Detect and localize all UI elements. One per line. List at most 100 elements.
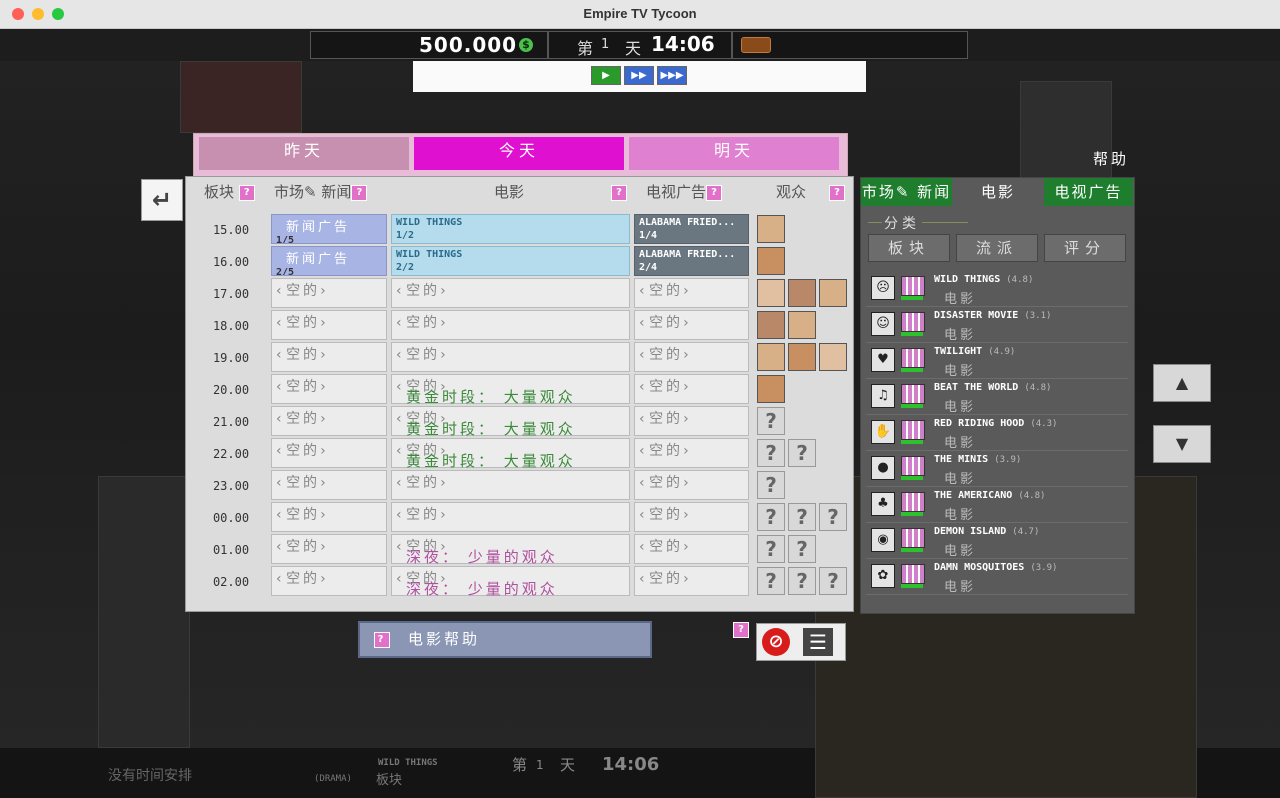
col-movie-header: 电影 (494, 183, 525, 201)
slot-title: 新闻广告 (286, 252, 351, 267)
empty-slot[interactable]: ‹ 空的› (391, 342, 630, 372)
movie-quality-bar (901, 404, 923, 408)
empty-slot-label: 空的 (286, 315, 321, 331)
movie-list-item[interactable]: ☹ WILD THINGS (4.8) 电影 (866, 272, 1128, 307)
movie-list-item[interactable]: ♫ BEAT THE WORLD (4.8) 电影 (866, 380, 1128, 415)
empty-slot[interactable]: ‹ 空的› (634, 438, 749, 468)
empty-slot[interactable]: ‹ 空的› (634, 310, 749, 340)
movie-list-item[interactable]: ● THE MINIS (3.9) 电影 (866, 452, 1128, 487)
empty-slot[interactable]: ‹ 空的› (271, 470, 387, 500)
empty-slot[interactable]: ‹ 空的› (271, 534, 387, 564)
movie-list-item[interactable]: ✿ DAMN MOSQUITOES (3.9) 电影 (866, 560, 1128, 595)
movie-kind: 电影 (944, 508, 977, 523)
play-button[interactable]: ▶ (591, 66, 621, 85)
movie-list-item[interactable]: ☺ DISASTER MOVIE (3.1) 电影 (866, 308, 1128, 343)
empty-slot[interactable]: ‹ 空的› (271, 374, 387, 404)
empty-slot-label: 空的 (286, 571, 321, 587)
empty-slot[interactable]: ‹ 空的› (634, 342, 749, 372)
category-label: 分类 (882, 213, 922, 233)
sofa-box[interactable] (732, 31, 968, 59)
empty-slot[interactable]: ‹ 空的› (271, 502, 387, 532)
movie-list-item[interactable]: ♣ THE AMERICANO (4.8) 电影 (866, 488, 1128, 523)
time-label: 02.00 (212, 575, 250, 589)
tab-tomorrow[interactable]: 明天 (629, 137, 839, 170)
movie-slot[interactable]: WILD THINGS 2/2 (391, 246, 630, 276)
movie-slot[interactable]: WILD THINGS 1/2 (391, 214, 630, 244)
movie-title: DAMN MOSQUITOES (3.9) (934, 562, 1057, 573)
movie-name: TWILIGHT (934, 346, 983, 357)
back-arrow-icon[interactable]: ↵ (141, 179, 183, 221)
scroll-down-button[interactable]: ▼ (1153, 425, 1211, 463)
ad-slot[interactable]: ALABAMA FRIED... 2/4 (634, 246, 749, 276)
empty-slot[interactable]: ‹ 空的› (634, 470, 749, 500)
viewer-face-icon (757, 247, 785, 275)
ad-slot[interactable]: ALABAMA FRIED... 1/4 (634, 214, 749, 244)
empty-slot-label: 空的 (406, 507, 441, 523)
day-suffix: 天 (625, 39, 642, 58)
fastest-forward-button[interactable]: ▶▶▶ (657, 66, 687, 85)
window-title: Empire TV Tycoon (583, 6, 697, 21)
empty-slot[interactable]: ‹ 空的› (271, 438, 387, 468)
movie-tape-icon (901, 384, 925, 404)
time-label: 19.00 (212, 351, 250, 365)
movie-title: WILD THINGS (4.8) (934, 274, 1033, 285)
rtab-tv-ad[interactable]: 电视广告 (1044, 178, 1133, 206)
smile-face-icon: ☺ (871, 312, 895, 336)
empty-slot[interactable]: ‹ 空的› (271, 310, 387, 340)
filter-genre-button[interactable]: 流派 (956, 234, 1038, 262)
empty-slot[interactable]: ‹ 空的› (271, 406, 387, 436)
empty-slot[interactable]: ‹ 空的› (634, 566, 749, 596)
empty-slot-label: 空的 (406, 475, 441, 491)
empty-slot[interactable]: ‹ 空的› (271, 342, 387, 372)
movie-help-button[interactable]: ? 电影帮助 (358, 621, 652, 658)
movie-tape-icon (901, 528, 925, 548)
help-icon[interactable]: ? (351, 184, 368, 201)
no-entry-icon[interactable]: ⊘ (762, 628, 790, 656)
time-label: 01.00 (212, 543, 250, 557)
movie-name: DAMN MOSQUITOES (934, 562, 1025, 573)
scroll-up-button[interactable]: ▲ (1153, 364, 1211, 402)
empty-slot[interactable]: ‹ 空的› (634, 278, 749, 308)
help-icon[interactable]: ? (238, 184, 255, 201)
empty-slot-label: 空的 (649, 315, 684, 331)
rtab-market-news[interactable]: 市场✎ 新闻 (861, 178, 952, 206)
movie-list-item[interactable]: ♥ TWILIGHT (4.9) 电影 (866, 344, 1128, 379)
filter-slot-button[interactable]: 板块 (868, 234, 950, 262)
empty-slot[interactable]: ‹ 空的› (391, 278, 630, 308)
help-icon[interactable]: ? (733, 622, 749, 638)
trash-icon[interactable]: ☰ (803, 628, 833, 656)
unknown-viewer-icon: ? (788, 567, 816, 595)
empty-slot[interactable]: ‹ 空的› (634, 406, 749, 436)
empty-slot-label: 空的 (649, 347, 684, 363)
tab-yesterday[interactable]: 昨天 (199, 137, 409, 170)
empty-slot[interactable]: ‹ 空的› (634, 534, 749, 564)
movie-list-item[interactable]: ◉ DEMON ISLAND (4.7) 电影 (866, 524, 1128, 559)
empty-slot[interactable]: ‹ 空的› (391, 502, 630, 532)
tab-today[interactable]: 今天 (414, 137, 624, 170)
movie-tape-icon (901, 564, 925, 584)
rtab-movie[interactable]: 电影 (952, 178, 1044, 206)
help-icon-audience[interactable]: ? (829, 181, 845, 203)
empty-slot-label: 空的 (286, 507, 321, 523)
unknown-viewer-icon: ? (788, 439, 816, 467)
empty-slot[interactable]: ‹ 空的› (634, 502, 749, 532)
empty-slot[interactable]: ‹ 空的› (271, 566, 387, 596)
help-icon-movie[interactable]: ? (611, 181, 627, 203)
news-slot[interactable]: 新闻广告 2/5 (271, 246, 387, 276)
help-icon[interactable]: ? (706, 184, 723, 201)
empty-slot[interactable]: ‹ 空的› (391, 310, 630, 340)
news-slot[interactable]: 新闻广告 1/5 (271, 214, 387, 244)
fast-forward-button[interactable]: ▶▶ (624, 66, 654, 85)
help-link[interactable]: 帮助 (1093, 148, 1129, 169)
movie-list-item[interactable]: ✋ RED RIDING HOOD (4.3) 电影 (866, 416, 1128, 451)
movie-rating: (3.9) (1030, 563, 1058, 573)
empty-slot[interactable]: ‹ 空的› (271, 278, 387, 308)
filter-rating-button[interactable]: 评分 (1044, 234, 1126, 262)
empty-slot[interactable]: ‹ 空的› (391, 470, 630, 500)
movie-rating: (4.9) (988, 347, 1016, 357)
empty-slot-label: 空的 (649, 571, 684, 587)
bottom-day-number: 1 (536, 758, 544, 772)
empty-slot[interactable]: ‹ 空的› (634, 374, 749, 404)
delete-tools: ⊘ ☰ (756, 623, 846, 661)
movie-kind: 电影 (944, 292, 977, 307)
